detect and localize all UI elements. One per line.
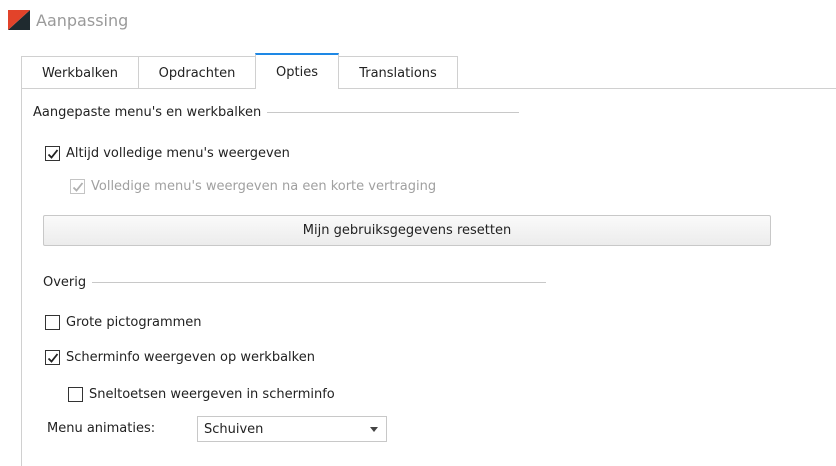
tab-opties[interactable]: Opties — [255, 53, 339, 90]
title-bar: Aanpassing — [8, 8, 128, 32]
shortcuts-in-screentips-checkbox[interactable] — [68, 387, 83, 402]
group-divider — [267, 112, 520, 113]
window-title: Aanpassing — [36, 10, 129, 30]
always-full-menus-checkbox[interactable] — [45, 146, 60, 161]
always-full-menus-row[interactable]: Altijd volledige menu's weergeven — [45, 146, 290, 161]
full-menus-delay-row: Volledige menu's weergeven na een korte … — [70, 179, 436, 194]
large-icons-row[interactable]: Grote pictogrammen — [45, 315, 202, 330]
shortcuts-in-screentips-label: Sneltoetsen weergeven in scherminfo — [89, 387, 335, 402]
checkmark-icon — [47, 352, 58, 363]
options-panel: Aangepaste menu's en werkbalken Altijd v… — [21, 88, 836, 466]
menus-group-header: Aangepaste menu's en werkbalken — [33, 105, 520, 120]
full-menus-delay-label: Volledige menu's weergeven na een korte … — [91, 179, 437, 194]
menu-animations-value: Schuiven — [204, 421, 264, 437]
checkmark-icon — [47, 148, 58, 159]
tab-werkbalken[interactable]: Werkbalken — [21, 56, 139, 89]
full-menus-delay-checkbox — [70, 179, 85, 194]
large-icons-label: Grote pictogrammen — [66, 315, 202, 330]
menu-animations-select[interactable]: Schuiven — [197, 416, 387, 442]
large-icons-checkbox[interactable] — [45, 315, 60, 330]
show-screentips-label: Scherminfo weergeven op werkbalken — [66, 350, 315, 365]
show-screentips-row[interactable]: Scherminfo weergeven op werkbalken — [45, 350, 315, 365]
group-divider — [92, 282, 547, 283]
chevron-down-icon — [370, 427, 378, 432]
tab-opdrachten[interactable]: Opdrachten — [138, 56, 256, 89]
tab-translations[interactable]: Translations — [338, 56, 458, 89]
other-group-title: Overig — [43, 275, 87, 290]
tab-strip: Werkbalken Opdrachten Opties Translation… — [21, 53, 458, 90]
checkmark-icon — [72, 181, 83, 192]
reset-usage-data-button[interactable]: Mijn gebruiksgegevens resetten — [43, 215, 771, 246]
other-group-header: Overig — [43, 275, 547, 290]
always-full-menus-label: Altijd volledige menu's weergeven — [66, 146, 290, 161]
show-screentips-checkbox[interactable] — [45, 350, 60, 365]
menu-animations-label: Menu animaties: — [47, 421, 156, 436]
shortcuts-in-screentips-row[interactable]: Sneltoetsen weergeven in scherminfo — [68, 387, 335, 402]
app-logo-icon — [8, 10, 30, 30]
menus-group-title: Aangepaste menu's en werkbalken — [33, 105, 262, 120]
